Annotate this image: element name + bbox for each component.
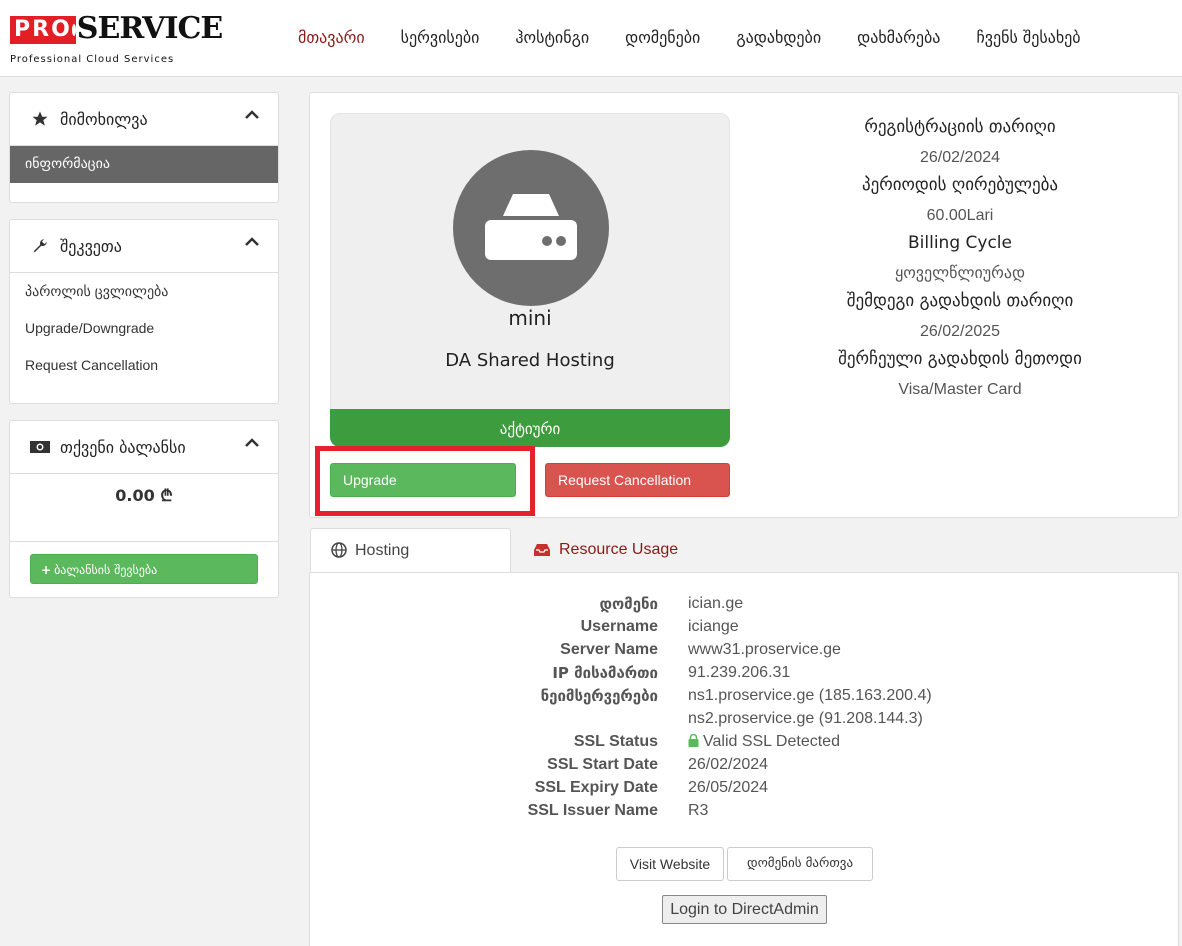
product-box: mini DA Shared Hosting xyxy=(330,113,730,447)
globe-icon xyxy=(331,532,347,576)
actions-panel: შეკვეთა პაროლის ცვლილება Upgrade/Downgra… xyxy=(9,219,279,404)
info-row-ssl-issuer: SSL Issuer Name R3 xyxy=(310,802,1180,825)
info-value: R3 xyxy=(688,802,709,819)
upgrade-button[interactable]: Upgrade xyxy=(330,463,516,497)
add-funds-label: ბალანსის შევსება xyxy=(54,563,158,577)
info-row-username: Username iciange xyxy=(310,618,1180,641)
ssl-status-text: Valid SSL Detected xyxy=(703,733,840,750)
logo-dot-icon xyxy=(71,24,76,36)
balance-panel: თქვენი ბალანსი 0.00 ₾ + ბალანსის შევსება xyxy=(9,420,279,598)
info-tabs: Hosting Information Resource Usage xyxy=(309,528,1179,606)
balance-amount: 0.00 ₾ xyxy=(10,474,278,542)
money-icon xyxy=(30,437,50,457)
info-key: Username xyxy=(580,618,658,635)
main-nav: მთავარი სერვისები ჰოსტინგი დომენები გადა… xyxy=(298,28,1117,47)
chevron-up-icon[interactable] xyxy=(244,433,260,454)
info-row-ssl-expiry: SSL Expiry Date 26/05/2024 xyxy=(310,779,1180,802)
overview-panel-header[interactable]: მიმოხილვა xyxy=(10,93,278,146)
logo-tagline: Professional Cloud Services xyxy=(10,54,175,65)
nav-help[interactable]: დახმარება xyxy=(857,28,940,47)
overview-title: მიმოხილვა xyxy=(60,109,148,129)
payment-method-value: Visa/Master Card xyxy=(898,381,1022,398)
balance-title: თქვენი ბალანსი xyxy=(60,437,186,457)
info-row-ssl-start: SSL Start Date 26/02/2024 xyxy=(310,756,1180,779)
info-row-ssl-status: SSL Status Valid SSL Detected xyxy=(310,733,1180,756)
info-key: SSL Status xyxy=(573,733,658,750)
proservice-logo[interactable]: PRO SERVICE Professional Cloud Services xyxy=(10,6,223,68)
info-value: Valid SSL Detected xyxy=(688,733,840,752)
registration-date-label: რეგისტრაციის თარიღი xyxy=(864,117,1056,137)
sidebar-item-request-cancellation[interactable]: Request Cancellation xyxy=(10,347,278,384)
registration-date-value: 26/02/2024 xyxy=(919,149,1001,166)
balance-panel-header[interactable]: თქვენი ბალანსი xyxy=(10,421,278,474)
nav-hosting[interactable]: ჰოსტინგი xyxy=(515,28,589,47)
info-value: ician.ge xyxy=(688,595,744,612)
payment-method-label: შერჩეული გადახდის მეთოდი xyxy=(838,349,1082,369)
info-value: iciange xyxy=(688,618,739,635)
sidebar-item-information[interactable]: ინფორმაცია xyxy=(10,146,278,183)
info-value: ns2.proservice.ge (91.208.144.3) xyxy=(688,710,923,727)
hosting-info-panel: დომენი ician.ge Username iciange Server Na… xyxy=(309,572,1179,946)
status-badge: აქტიური xyxy=(330,409,730,447)
nav-domains[interactable]: დომენები xyxy=(625,28,700,47)
info-key: Server Name xyxy=(560,641,658,658)
visit-website-button[interactable]: Visit Website xyxy=(616,847,724,881)
info-row-server-name: Server Name www31.proservice.ge xyxy=(310,641,1180,664)
info-key: დომენი xyxy=(599,595,658,613)
billing-details: რეგისტრაციის თარიღი 26/02/2024 პერიოდის … xyxy=(750,113,1170,403)
tab-hosting-information[interactable]: Hosting Information xyxy=(310,528,511,606)
nav-services[interactable]: სერვისები xyxy=(401,28,480,47)
product-name: mini xyxy=(508,306,552,330)
billing-cycle-label: Billing Cycle xyxy=(908,233,1012,253)
info-row-nameserver-2: ns2.proservice.ge (91.208.144.3) xyxy=(310,710,1180,733)
logo-pro-text: PRO xyxy=(10,16,76,44)
plus-icon: + xyxy=(41,563,52,577)
info-row-domain: დომენი ician.ge xyxy=(310,595,1180,618)
info-value: 26/05/2024 xyxy=(688,779,769,796)
nav-home[interactable]: მთავარი xyxy=(298,28,365,47)
info-value: 26/02/2024 xyxy=(688,756,769,773)
sidebar-item-change-password[interactable]: პაროლის ცვლილება xyxy=(10,273,278,310)
actions-title: შეკვეთა xyxy=(60,236,122,256)
sidebar-item-upgrade-downgrade[interactable]: Upgrade/Downgrade xyxy=(10,310,278,347)
info-value: 91.239.206.31 xyxy=(688,664,791,681)
next-due-date-value: 26/02/2025 xyxy=(919,323,1001,340)
manage-domain-button[interactable]: დომენის მართვა xyxy=(727,847,873,881)
info-key: SSL Start Date xyxy=(547,756,658,773)
info-value: ns1.proservice.ge (185.163.200.4) xyxy=(688,687,932,704)
next-due-date-label: შემდეგი გადახდის თარიღი xyxy=(846,291,1074,311)
actions-panel-header[interactable]: შეკვეთა xyxy=(10,220,278,273)
info-key: SSL Expiry Date xyxy=(534,779,658,796)
star-icon xyxy=(30,109,50,129)
info-row-ip: IP მისამართი 91.239.206.31 xyxy=(310,664,1180,687)
wrench-icon xyxy=(30,236,50,256)
info-key: ნეიმსერვერები xyxy=(540,687,658,705)
top-header: PRO SERVICE Professional Cloud Services … xyxy=(0,0,1182,77)
server-icon xyxy=(453,150,609,306)
product-group: DA Shared Hosting xyxy=(445,350,615,371)
inbox-icon xyxy=(533,531,551,575)
chevron-up-icon[interactable] xyxy=(244,232,260,253)
lock-icon xyxy=(688,733,699,752)
overview-panel: მიმოხილვა ინფორმაცია xyxy=(9,92,279,203)
tab-resource-label: Resource Usage xyxy=(559,541,679,558)
product-details-card: mini DA Shared Hosting აქტიური Upgrade R… xyxy=(309,92,1179,518)
request-cancellation-button[interactable]: Request Cancellation xyxy=(545,463,730,497)
nav-payments[interactable]: გადახდები xyxy=(736,28,821,47)
recurring-amount-value: 60.00Lari xyxy=(926,207,994,224)
recurring-amount-label: პერიოდის ღირებულება xyxy=(861,175,1059,195)
add-funds-button[interactable]: + ბალანსის შევსება xyxy=(30,554,258,584)
login-directadmin-button[interactable]: Login to DirectAdmin xyxy=(662,895,827,924)
info-key: IP მისამართი xyxy=(552,664,658,682)
info-row-nameservers: ნეიმსერვერები ns1.proservice.ge (185.163.… xyxy=(310,687,1180,710)
info-key: SSL Issuer Name xyxy=(527,802,658,819)
tab-resource-usage[interactable]: Resource Usage xyxy=(513,528,698,573)
logo-service-text: SERVICE xyxy=(76,11,223,46)
chevron-up-icon[interactable] xyxy=(244,105,260,126)
billing-cycle-value: ყოველწლიურად xyxy=(894,265,1026,282)
info-value: www31.proservice.ge xyxy=(688,641,841,658)
nav-about[interactable]: ჩვენს შესახებ xyxy=(976,28,1080,47)
